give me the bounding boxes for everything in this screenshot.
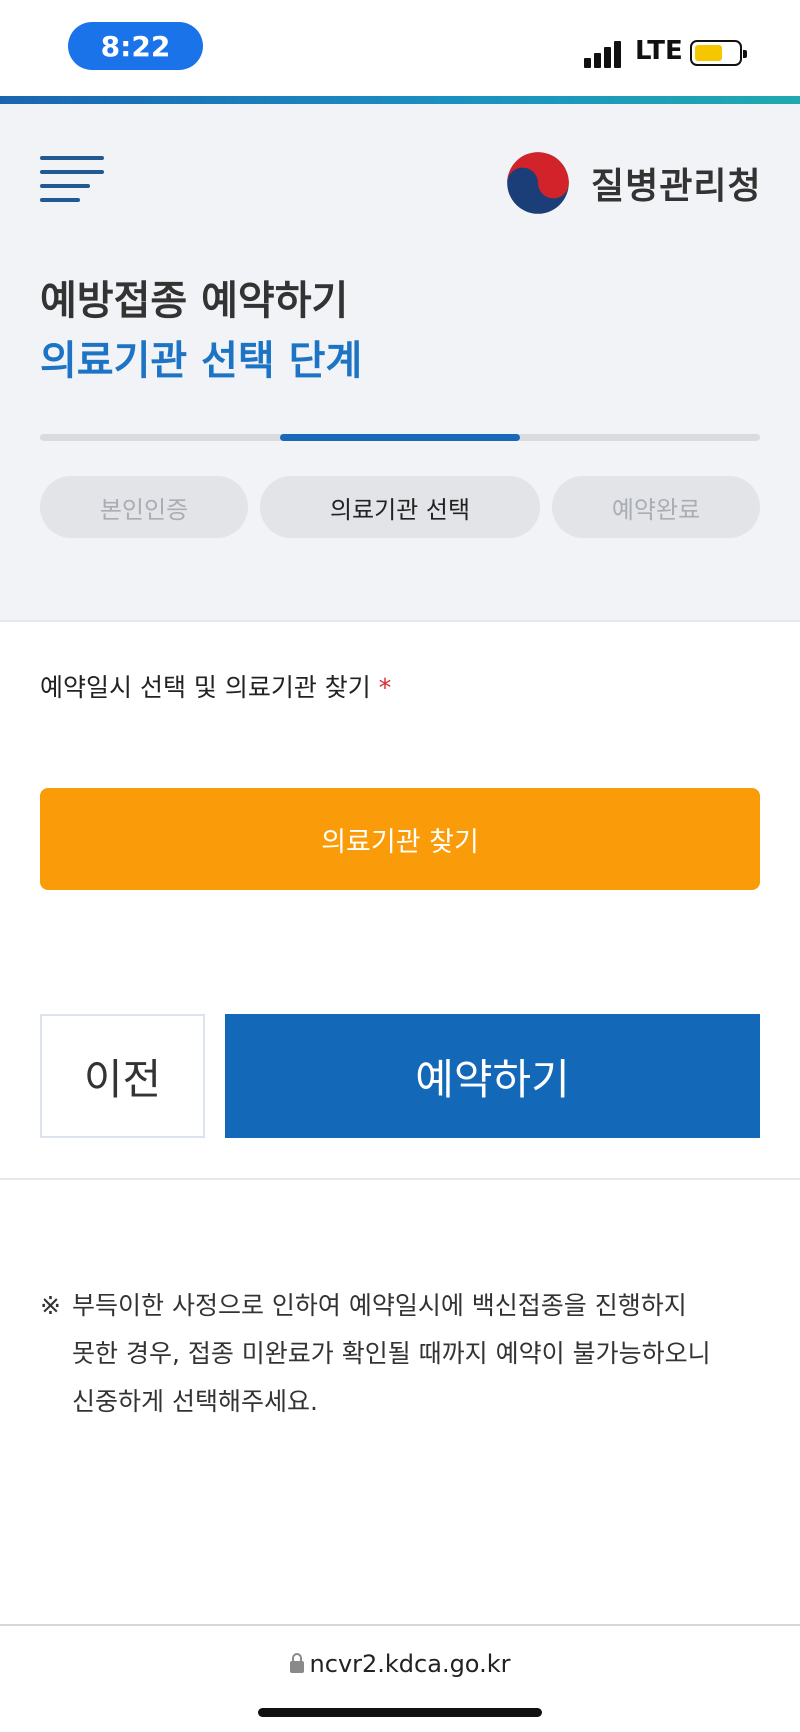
status-bar: 8:22 LTE — [0, 0, 800, 96]
url-display[interactable]: ncvr2.kdca.go.kr — [0, 1650, 800, 1678]
signal-icon — [584, 40, 624, 68]
home-indicator[interactable] — [258, 1708, 542, 1717]
browser-address-bar[interactable]: ncvr2.kdca.go.kr — [0, 1624, 800, 1732]
notice-text: ※ 부득이한 사정으로 인하여 예약일시에 백신접종을 진행하지 못한 경우, … — [40, 1282, 760, 1426]
notice-mark: ※ — [40, 1291, 61, 1320]
page-header: 질병관리청 예방접종 예약하기 의료기관 선택 단계 본인인증 의료기관 선택 … — [0, 104, 800, 622]
notice-line: 못한 경우, 접종 미완료가 확인될 때까지 예약이 불가능하오니 — [72, 1339, 711, 1368]
field-label-text: 예약일시 선택 및 의료기관 찾기 — [40, 673, 371, 702]
step-select-institution: 의료기관 선택 — [260, 476, 540, 538]
progress-track — [40, 434, 760, 441]
page-title: 예방접종 예약하기 — [40, 278, 349, 324]
required-mark: * — [378, 673, 392, 702]
find-institution-button[interactable]: 의료기관 찾기 — [40, 788, 760, 890]
page-subtitle: 의료기관 선택 단계 — [40, 338, 363, 384]
top-accent-bar — [0, 96, 800, 104]
step-reservation-complete: 예약완료 — [552, 476, 760, 538]
taegeuk-emblem-icon — [507, 152, 569, 214]
kdca-logo[interactable]: 질병관리청 — [503, 146, 762, 220]
status-time: 8:22 — [68, 22, 203, 70]
notice-line: 신중하게 선택해주세요. — [72, 1387, 318, 1416]
hamburger-menu-icon[interactable] — [40, 156, 104, 202]
url-text: ncvr2.kdca.go.kr — [309, 1650, 511, 1678]
lock-icon — [289, 1653, 304, 1673]
notice-line: 부득이한 사정으로 인하여 예약일시에 백신접종을 진행하지 — [72, 1291, 687, 1320]
battery-icon — [690, 40, 747, 66]
step-identity-verification: 본인인증 — [40, 476, 248, 538]
field-label: 예약일시 선택 및 의료기관 찾기 * — [40, 668, 391, 704]
logo-text: 질병관리청 — [591, 166, 762, 207]
progress-fill — [280, 434, 520, 441]
network-label: LTE — [635, 36, 683, 66]
reserve-button[interactable]: 예약하기 — [225, 1014, 760, 1138]
previous-button[interactable]: 이전 — [40, 1014, 205, 1138]
section-divider — [0, 1178, 800, 1180]
battery-fill — [695, 45, 723, 61]
